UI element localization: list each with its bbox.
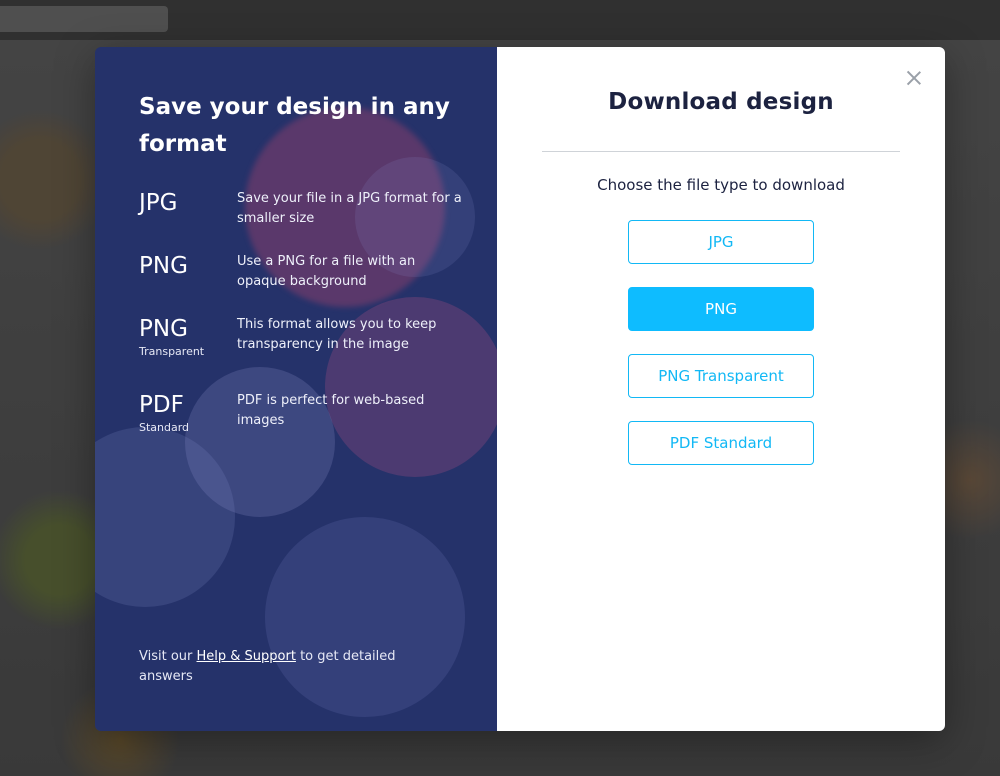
download-png-button[interactable]: PNG [628,287,814,331]
close-icon[interactable] [905,69,923,87]
download-png-transparent-button[interactable]: PNG Transparent [628,354,814,398]
format-name: PNG [139,253,188,279]
format-description: Use a PNG for a file with an opaque back… [237,254,416,289]
format-name: PDF [139,392,184,418]
format-description: This format allows you to keep transpare… [237,317,437,352]
download-jpg-button[interactable]: JPG [628,220,814,264]
help-footer: Visit our Help & Support to get detailed… [139,647,419,687]
format-subtitle: Standard [139,421,190,434]
format-name: PNG [139,316,188,342]
panel-title: Save your design in any format [139,94,450,157]
divider [542,151,900,152]
dialog-title: Download design [608,89,834,115]
format-description: Save your file in a JPG format for a sma… [237,191,462,226]
help-support-link[interactable]: Help & Support [197,649,296,664]
format-name: JPG [139,190,178,216]
download-panel: Download design Choose the file type to … [497,47,945,731]
download-pdf-standard-button[interactable]: PDF Standard [628,421,814,465]
format-description: PDF is perfect for web-based images [237,393,425,428]
formats-info-panel: Save your design in any format JPG Save … [95,47,497,731]
help-prefix: Visit our [139,649,197,664]
format-subtitle: Transparent [139,345,205,358]
dialog-subtitle: Choose the file type to download [597,176,845,194]
download-modal: Save your design in any format JPG Save … [95,47,945,731]
